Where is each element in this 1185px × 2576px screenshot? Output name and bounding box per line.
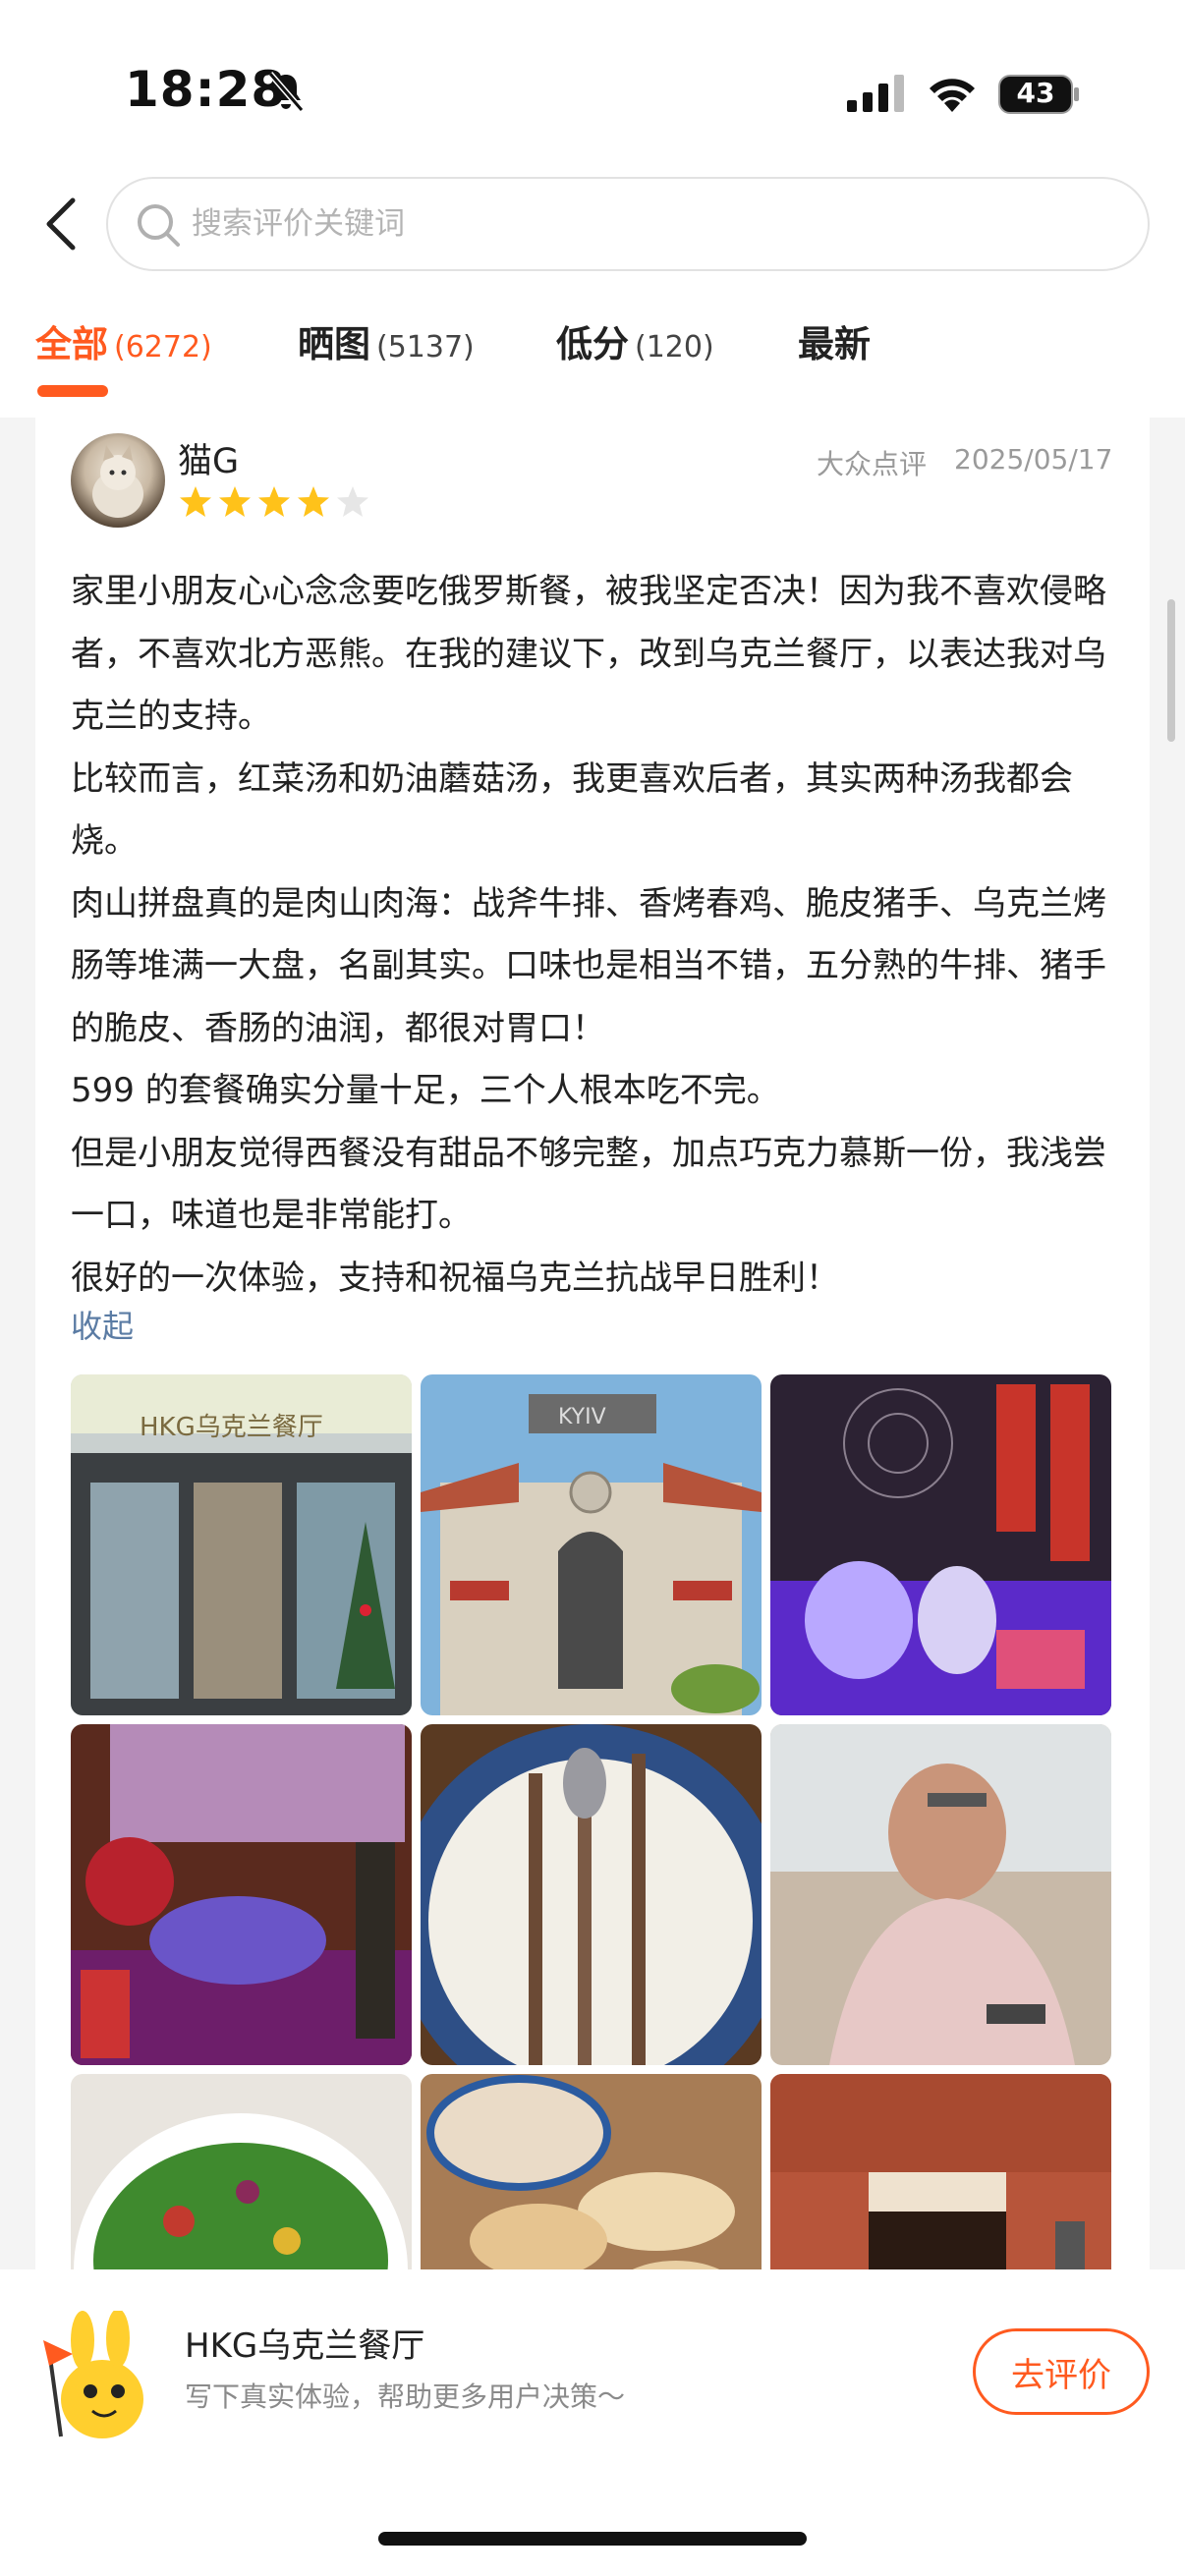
photo-diner[interactable]: [770, 1724, 1111, 2065]
bottom-action-bar: HKG乌克兰餐厅 写下真实体验，帮助更多用户决策～ 去评价: [0, 2269, 1185, 2576]
tab-all[interactable]: 全部 (6272): [35, 314, 212, 383]
star-empty-icon: [337, 486, 368, 517]
mascot-logo: [43, 2311, 143, 2438]
star-filled-icon: [258, 486, 290, 517]
photo-decorated-interior[interactable]: [770, 1374, 1111, 1715]
home-indicator[interactable]: [378, 2532, 807, 2546]
review-paragraph: 比较而言，红菜汤和奶油蘑菇汤，我更喜欢后者，其实两种汤我都会烧。: [71, 758, 1073, 862]
photo-plate-cutlery[interactable]: [421, 1724, 762, 2065]
review-paragraph: 但是小朋友觉得西餐没有甜品不够完整，加点巧克力慕斯一份，我浅尝一口，味道也是非常…: [71, 1133, 1106, 1236]
tab-count: (6272): [114, 330, 212, 364]
bell-muted-icon: [267, 72, 305, 112]
search-bar[interactable]: [106, 177, 1150, 271]
scrollbar[interactable]: [1167, 599, 1175, 742]
status-bar: 18:28 43: [0, 0, 1185, 167]
status-time: 18:28: [125, 61, 287, 118]
review-source: 大众点评: [817, 448, 928, 480]
filter-tabs: 全部 (6272) 晒图 (5137) 低分 (120) 最新: [0, 314, 1185, 403]
star-filled-icon: [219, 486, 251, 517]
review-paragraph: 肉山拼盘真的是肉山肉海：战斧牛排、香烤春鸡、脆皮猪手、乌克兰烤肠等堆满一大盘，名…: [71, 883, 1106, 1048]
cat-avatar-image: [92, 445, 143, 518]
photo-lounge-decor[interactable]: [71, 1724, 412, 2065]
review-date: 2025/05/17: [954, 443, 1113, 476]
review-paragraph: 很好的一次体验，支持和祝福乌克兰抗战早日胜利！: [71, 1258, 839, 1298]
write-review-button[interactable]: 去评价: [973, 2328, 1150, 2415]
shop-name[interactable]: HKG乌克兰餐厅: [185, 2319, 424, 2367]
active-tab-indicator: [37, 385, 108, 397]
star-filled-icon: [298, 486, 329, 517]
collapse-link[interactable]: 收起: [71, 1302, 134, 1347]
back-button[interactable]: [35, 187, 85, 261]
tab-count: (120): [635, 330, 714, 364]
search-icon: [138, 204, 180, 247]
storefront-sign-text: HKG乌克兰餐厅: [140, 1413, 323, 1442]
review-card: 猫G 大众点评 2025/05/17 家里小朋友心心念念要吃俄罗斯餐，被我坚定否…: [35, 418, 1150, 2269]
chevron-left-icon: [46, 197, 76, 251]
building-sign-text: KYIV: [558, 1405, 606, 1429]
tab-count: (5137): [376, 330, 475, 364]
tab-label: 低分: [556, 323, 629, 365]
rating-stars: [178, 484, 370, 520]
photo-salad[interactable]: [71, 2074, 412, 2269]
photo-building-exterior[interactable]: KYIV: [421, 1374, 762, 1715]
review-text: 家里小朋友心心念念要吃俄罗斯餐，被我坚定否决！因为我不喜欢侵略者，不喜欢北方恶熊…: [71, 561, 1122, 1310]
tab-label: 全部: [35, 323, 108, 365]
review-paragraph: 599 的套餐确实分量十足，三个人根本吃不完。: [71, 1071, 780, 1110]
search-input[interactable]: [192, 179, 1076, 269]
review-paragraph: 家里小朋友心心念念要吃俄罗斯餐，被我坚定否决！因为我不喜欢侵略者，不喜欢北方恶熊…: [71, 572, 1106, 736]
star-filled-icon: [180, 486, 211, 517]
wifi-icon: [930, 79, 975, 112]
cellular-signal-icon: [847, 75, 904, 112]
battery-level: 43: [1016, 77, 1055, 109]
photo-bread-basket[interactable]: [421, 2074, 762, 2269]
reviewer-name[interactable]: 猫G: [178, 433, 239, 483]
avatar[interactable]: [71, 433, 165, 528]
tab-latest[interactable]: 最新: [798, 314, 871, 383]
battery-icon: 43: [998, 75, 1081, 114]
shop-hint: 写下真实体验，帮助更多用户决策～: [185, 2380, 626, 2413]
tab-photos[interactable]: 晒图 (5137): [298, 314, 475, 383]
photo-storefront[interactable]: HKG乌克兰餐厅: [71, 1374, 412, 1715]
photo-coffee[interactable]: [770, 2074, 1111, 2269]
tab-low-score[interactable]: 低分 (120): [556, 314, 714, 383]
tab-label: 最新: [798, 323, 871, 365]
tab-label: 晒图: [298, 323, 370, 365]
